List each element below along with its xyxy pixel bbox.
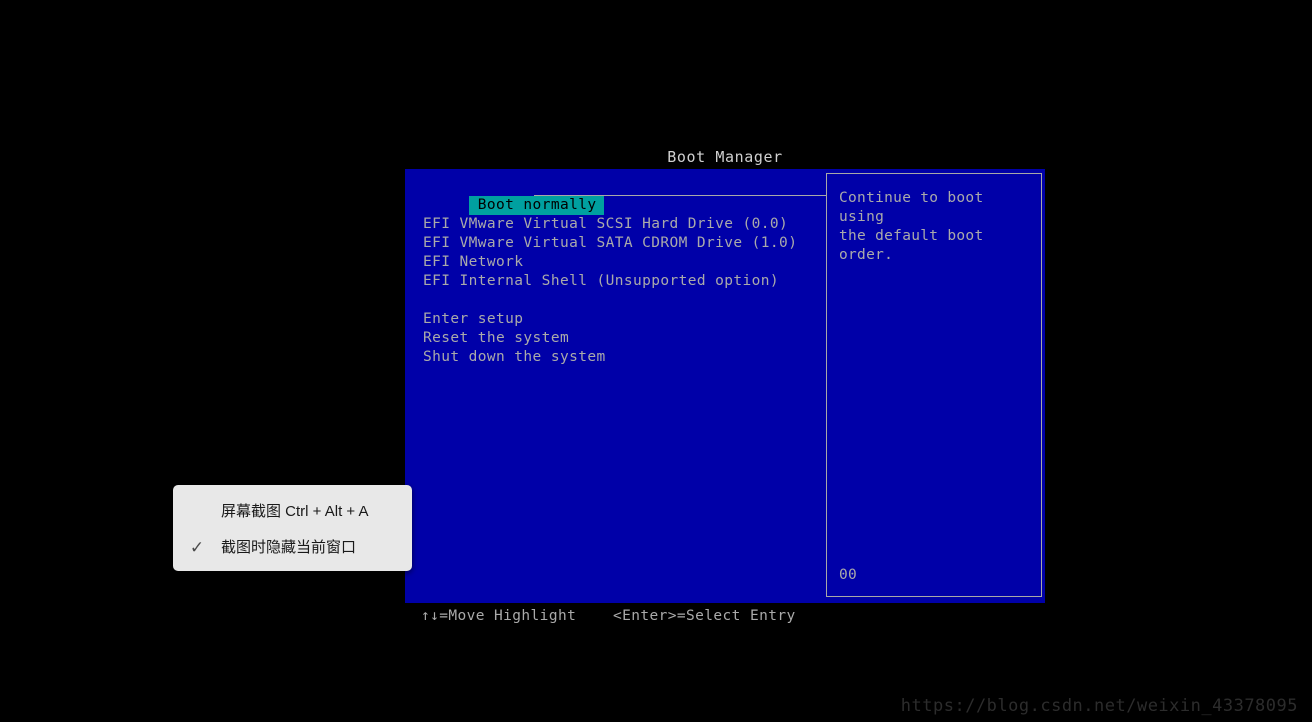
context-menu-item-label: 截图时隐藏当前窗口 bbox=[221, 538, 357, 556]
help-panel-text: Continue to boot using the default boot … bbox=[839, 190, 984, 263]
page-title: Boot Manager bbox=[667, 148, 783, 166]
menu-item-efi-internal-shell[interactable]: EFI Internal Shell (Unsupported option) bbox=[414, 272, 826, 291]
status-select-entry-hint: <Enter>=Select Entry bbox=[613, 608, 796, 624]
screenshot-context-menu[interactable]: 屏幕截图 Ctrl + Alt + A ✓ 截图时隐藏当前窗口 bbox=[173, 485, 412, 571]
menu-item-efi-sata-cdrom-drive[interactable]: EFI VMware Virtual SATA CDROM Drive (1.0… bbox=[414, 234, 826, 253]
highlight-connector-line bbox=[534, 195, 826, 196]
menu-spacer-2 bbox=[414, 291, 826, 310]
menu-item-enter-setup[interactable]: Enter setup bbox=[414, 310, 826, 329]
menu-item-reset-the-system[interactable]: Reset the system bbox=[414, 329, 826, 348]
status-move-highlight-hint: ↑↓=Move Highlight bbox=[421, 608, 577, 624]
status-bar: ↑↓=Move Highlight <Enter>=Select Entry bbox=[405, 605, 1045, 627]
watermark: https://blog.csdn.net/weixin_43378095 bbox=[900, 696, 1298, 716]
menu-item-efi-scsi-hard-drive[interactable]: EFI VMware Virtual SCSI Hard Drive (0.0) bbox=[414, 215, 826, 234]
boot-menu-list: Boot normally EFI VMware Virtual SCSI Ha… bbox=[414, 177, 826, 367]
context-menu-item-hide-current-window[interactable]: ✓ 截图时隐藏当前窗口 bbox=[173, 528, 412, 566]
menu-item-shut-down-the-system[interactable]: Shut down the system bbox=[414, 348, 826, 367]
boot-manager-window: Boot normally EFI VMware Virtual SCSI Ha… bbox=[405, 169, 1045, 603]
menu-spacer-1 bbox=[414, 196, 826, 215]
context-menu-item-screenshot[interactable]: 屏幕截图 Ctrl + Alt + A bbox=[173, 492, 412, 530]
context-menu-item-label: 屏幕截图 Ctrl + Alt + A bbox=[221, 502, 369, 520]
menu-item-efi-network[interactable]: EFI Network bbox=[414, 253, 826, 272]
check-icon-hide-window: ✓ bbox=[189, 537, 205, 557]
help-panel: Continue to boot using the default boot … bbox=[826, 173, 1042, 597]
menu-item-boot-normally[interactable]: Boot normally bbox=[414, 177, 826, 215]
help-panel-code: 00 bbox=[839, 567, 858, 583]
